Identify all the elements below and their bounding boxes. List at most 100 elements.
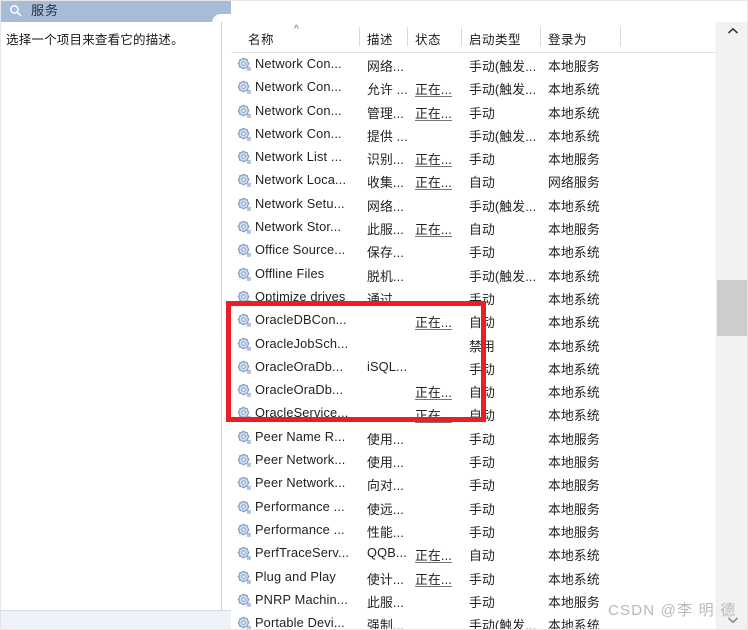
service-gear-icon xyxy=(237,81,251,95)
service-row[interactable]: Plug and Play 使计... 正在... 手动 本地系统 xyxy=(231,566,716,589)
service-desc-cell: 使用... xyxy=(367,455,405,471)
service-status-cell: 正在... xyxy=(415,571,453,587)
service-gear-icon xyxy=(237,197,251,211)
service-startup-cell: 手动 xyxy=(469,361,495,377)
service-logon-cell: 本地系统 xyxy=(548,198,600,214)
service-row[interactable]: Offline Files 脱机... 手动(触发... 本地系统 xyxy=(231,263,716,286)
service-startup-cell: 手动(触发... xyxy=(469,198,537,214)
service-row[interactable]: Network Con... 提供 ... 手动(触发... 本地系统 xyxy=(231,123,716,146)
service-startup-cell: 手动 xyxy=(469,571,495,587)
service-row[interactable]: Network Con... 管理... 正在... 手动 本地系统 xyxy=(231,100,716,123)
service-name-cell: Network List ... xyxy=(255,149,343,165)
service-row[interactable]: Network Con... 网络... 手动(触发... 本地服务 xyxy=(231,53,716,76)
service-desc-cell: 识别... xyxy=(367,152,405,168)
service-name-cell: Network Con... xyxy=(255,102,342,118)
service-gear-icon xyxy=(237,151,251,165)
service-name-cell: OracleOraDb... xyxy=(255,382,344,398)
service-gear-icon xyxy=(237,337,251,351)
service-logon-cell: 本地系统 xyxy=(548,548,600,564)
column-header-logon-as[interactable]: 登录为 xyxy=(548,29,587,48)
service-row[interactable]: PerfTraceServ... QQB... 正在... 自动 本地系统 xyxy=(231,542,716,565)
service-desc-cell: 管理... xyxy=(367,105,405,121)
window-titlebar: 服务 xyxy=(0,0,234,26)
service-startup-cell: 手动 xyxy=(469,478,495,494)
service-desc-cell: 收集... xyxy=(367,175,405,191)
service-description-panel: 选择一个项目来查看它的描述。 xyxy=(0,22,222,610)
column-divider[interactable] xyxy=(359,27,360,46)
service-name-cell: Peer Network... xyxy=(255,452,346,468)
service-gear-icon xyxy=(237,244,251,258)
csdn-watermark: CSDN @李 明 德 xyxy=(608,602,737,619)
service-row[interactable]: Network Stor... 此服... 正在... 自动 本地服务 xyxy=(231,216,716,239)
service-startup-cell: 禁用 xyxy=(469,338,495,354)
service-startup-cell: 自动 xyxy=(469,548,495,564)
service-desc-cell: 脱机... xyxy=(367,268,405,284)
column-divider[interactable] xyxy=(540,27,541,46)
description-text: 选择一个项目来查看它的描述。 xyxy=(6,33,184,47)
service-startup-cell: 手动 xyxy=(469,105,495,121)
service-row[interactable]: OracleService... 正在... 自动 本地系统 xyxy=(231,402,716,425)
service-row[interactable]: Optimize drives 通过... 手动 本地系统 xyxy=(231,286,716,309)
scroll-up-arrow-icon[interactable] xyxy=(717,22,748,41)
service-row[interactable]: OracleJobSch... 禁用 本地系统 xyxy=(231,333,716,356)
service-startup-cell: 手动(触发... xyxy=(469,268,537,284)
column-header-name[interactable]: 名称 xyxy=(248,29,274,48)
service-startup-cell: 手动 xyxy=(469,245,495,261)
service-name-cell: Network Con... xyxy=(255,56,342,71)
service-name-cell: Portable Devi... xyxy=(255,615,345,630)
service-logon-cell: 本地服务 xyxy=(548,431,600,447)
service-desc-cell: 使远... xyxy=(367,501,405,517)
service-row[interactable]: Performance ... 性能... 手动 本地服务 xyxy=(231,519,716,542)
service-name-cell: Performance ... xyxy=(255,521,345,537)
service-name-cell: PerfTraceServ... xyxy=(255,545,350,561)
service-gear-icon xyxy=(237,104,251,118)
service-logon-cell: 本地系统 xyxy=(548,291,600,307)
service-row[interactable]: Network Con... 允许 ... 正在... 手动(触发... 本地系统 xyxy=(231,76,716,99)
scrollbar-track[interactable] xyxy=(717,41,748,611)
service-row[interactable]: Peer Name R... 使用... 手动 本地服务 xyxy=(231,426,716,449)
service-row[interactable]: Performance ... 使远... 手动 本地服务 xyxy=(231,496,716,519)
service-status-cell: 正在... xyxy=(415,222,453,238)
service-row[interactable]: OracleDBCon... 正在... 自动 本地系统 xyxy=(231,309,716,332)
service-name-cell: Performance ... xyxy=(255,498,345,514)
service-startup-cell: 手动 xyxy=(469,291,495,307)
service-row[interactable]: Peer Network... 使用... 手动 本地服务 xyxy=(231,449,716,472)
service-row[interactable]: Network Setu... 网络... 手动(触发... 本地系统 xyxy=(231,193,716,216)
service-desc-cell: 使用... xyxy=(367,431,405,447)
service-startup-cell: 手动 xyxy=(469,431,495,447)
service-desc-cell: 使计... xyxy=(367,571,405,587)
service-desc-cell: iSQL... xyxy=(367,358,408,374)
service-row[interactable]: Network List ... 识别... 正在... 手动 本地服务 xyxy=(231,146,716,169)
column-header-description[interactable]: 描述 xyxy=(367,29,393,48)
service-startup-cell: 自动 xyxy=(469,175,495,191)
service-row[interactable]: Network Loca... 收集... 正在... 自动 网络服务 xyxy=(231,169,716,192)
column-divider[interactable] xyxy=(407,27,408,46)
service-name-cell: OracleDBCon... xyxy=(255,312,347,328)
service-desc-cell: 通过... xyxy=(367,291,405,307)
service-gear-icon xyxy=(237,174,251,188)
service-row[interactable]: Peer Network... 向对... 手动 本地服务 xyxy=(231,472,716,495)
service-gear-icon xyxy=(237,500,251,514)
service-startup-cell: 自动 xyxy=(469,222,495,238)
service-gear-icon xyxy=(237,290,251,304)
service-name-cell: Network Con... xyxy=(255,79,342,95)
window-title: 服务 xyxy=(31,3,60,18)
column-divider[interactable] xyxy=(461,27,462,46)
scrollbar-thumb[interactable] xyxy=(717,280,748,336)
service-startup-cell: 自动 xyxy=(469,385,495,401)
service-startup-cell: 手动 xyxy=(469,455,495,471)
column-header-startup-type[interactable]: 启动类型 xyxy=(469,29,521,48)
service-logon-cell: 本地系统 xyxy=(548,618,600,630)
service-desc-cell: 向对... xyxy=(367,478,405,494)
service-gear-icon xyxy=(237,57,251,71)
service-logon-cell: 本地系统 xyxy=(548,128,600,144)
service-name-cell: Network Con... xyxy=(255,125,342,141)
service-row[interactable]: OracleOraDb... 正在... 自动 本地系统 xyxy=(231,379,716,402)
column-header-status[interactable]: 状态 xyxy=(415,29,441,48)
service-row[interactable]: OracleOraDb... iSQL... 手动 本地系统 xyxy=(231,356,716,379)
column-divider[interactable] xyxy=(620,27,621,46)
service-row[interactable]: Office Source... 保存... 手动 本地系统 xyxy=(231,239,716,262)
service-startup-cell: 手动(触发... xyxy=(469,82,537,98)
service-gear-icon xyxy=(237,220,251,234)
vertical-scrollbar[interactable] xyxy=(716,22,748,630)
